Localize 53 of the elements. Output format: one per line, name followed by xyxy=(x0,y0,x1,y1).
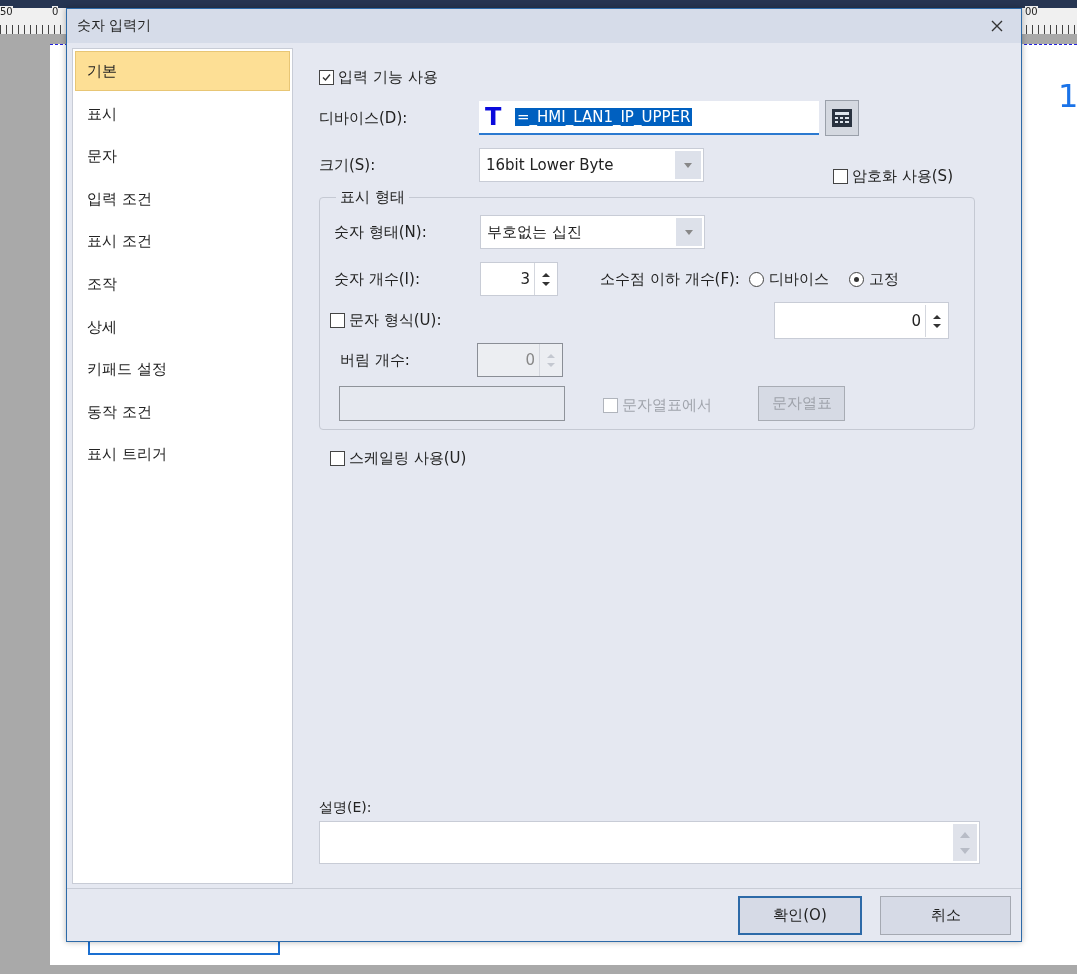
category-item[interactable]: 키패드 설정 xyxy=(75,349,290,390)
category-item[interactable]: 기본 xyxy=(75,51,290,91)
radio-label: 고정 xyxy=(868,269,899,289)
ruler-label: 0 xyxy=(52,6,59,17)
digits-label: 숫자 개수(I): xyxy=(334,269,421,289)
radio-button[interactable] xyxy=(848,271,864,287)
checkbox-label: 문자열표에서 xyxy=(622,395,712,415)
checkmark-icon xyxy=(321,71,332,83)
dropdown-arrow-icon xyxy=(684,162,692,168)
spin-arrows-icon[interactable] xyxy=(542,271,550,287)
cancel-button[interactable]: 취소 xyxy=(880,895,1011,935)
number-type-label: 숫자 형태(N): xyxy=(334,222,428,242)
size-label: 크기(S): xyxy=(319,155,377,175)
checkbox[interactable] xyxy=(330,313,345,328)
checkbox-label: 암호화 사용(S) xyxy=(852,166,953,186)
device-label: 디바이스(D): xyxy=(319,108,409,128)
checkbox[interactable] xyxy=(330,450,345,466)
scrollbar[interactable] xyxy=(953,824,977,861)
category-item[interactable]: 동작 조건 xyxy=(75,391,290,432)
checkbox-label: 스케일링 사용(U) xyxy=(349,448,467,468)
close-icon[interactable] xyxy=(991,20,1003,32)
category-item[interactable]: 표시 xyxy=(75,93,290,134)
radio-label: 디바이스 xyxy=(768,269,829,289)
description-field[interactable] xyxy=(319,821,980,864)
value-text: 1 xyxy=(1058,77,1077,115)
group-title: 표시 형태 xyxy=(339,188,406,207)
category-item[interactable]: 문자 xyxy=(75,136,290,177)
category-item[interactable]: 입력 조건 xyxy=(75,178,290,219)
category-item[interactable]: 표시 트리거 xyxy=(75,434,290,475)
table-icon xyxy=(831,108,853,128)
category-item[interactable]: 조작 xyxy=(75,263,290,304)
checkbox[interactable] xyxy=(833,168,848,184)
checkbox[interactable] xyxy=(319,69,334,85)
checkbox-label: 입력 기능 사용 xyxy=(338,67,438,87)
decimals-spinbox[interactable]: 0 xyxy=(774,302,949,339)
ruler-label: 00 xyxy=(1025,6,1038,17)
digits-spinbox[interactable]: 3 xyxy=(480,262,558,296)
dropdown-arrow-icon xyxy=(685,229,693,235)
number-type-dropdown[interactable]: 부호없는 십진 xyxy=(480,215,705,249)
category-item[interactable]: 상세 xyxy=(75,306,290,347)
ruler-label: 50 xyxy=(0,6,13,17)
device-browse-button[interactable] xyxy=(825,100,859,136)
decimals-label: 소수점 이하 개수(F): xyxy=(600,269,740,289)
size-dropdown[interactable]: 16bit Lower Byte xyxy=(479,148,704,182)
checkbox-label: 문자 형식(U): xyxy=(349,311,442,330)
description-label: 설명(E): xyxy=(319,799,373,817)
truncate-label: 버림 개수: xyxy=(340,350,411,370)
category-item[interactable]: 표시 조건 xyxy=(75,221,290,262)
spin-arrows-icon[interactable] xyxy=(933,312,941,329)
ok-button[interactable]: 확인(O) xyxy=(738,895,862,935)
device-field[interactable]: T =_HMI_LAN1_IP_UPPER xyxy=(479,101,819,135)
radio-button[interactable] xyxy=(748,271,764,287)
window-title: 숫자 입력기 xyxy=(77,17,152,35)
